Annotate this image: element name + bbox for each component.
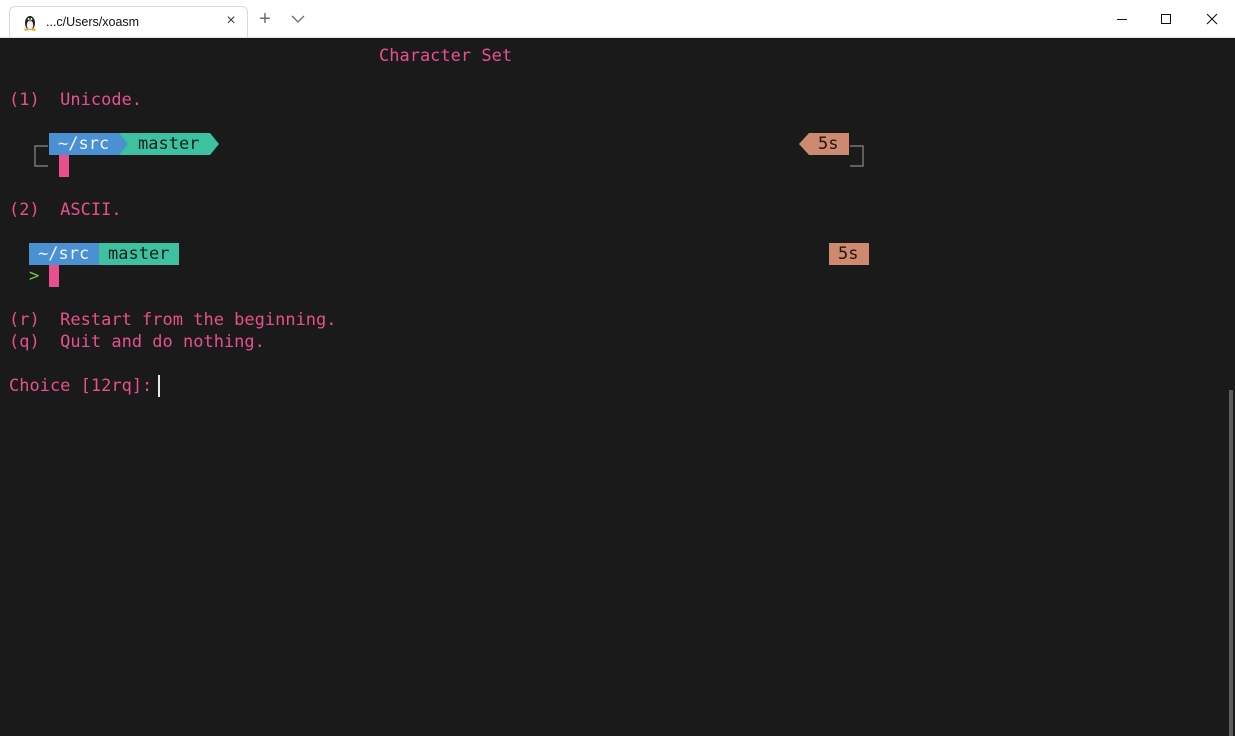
close-icon	[1206, 13, 1218, 25]
tab-close-icon[interactable]: ×	[223, 13, 239, 29]
powerline-separator-icon	[119, 133, 129, 155]
choice-prompt: Choice [12rq]:	[9, 376, 163, 396]
new-tab-button[interactable]: +	[256, 9, 274, 29]
option-ascii: (2) ASCII.	[9, 200, 122, 220]
heading: Character Set	[379, 46, 513, 66]
unicode-dir-segment: ~/src	[49, 133, 119, 155]
minimize-icon	[1117, 19, 1127, 20]
chevron-down-icon[interactable]	[290, 11, 306, 27]
ascii-cursor-block	[49, 265, 59, 287]
option-restart: (r) Restart from the beginning.	[9, 310, 337, 330]
unicode-branch-segment: master	[129, 133, 210, 155]
unicode-cursor-block	[59, 155, 69, 177]
title-bar: ...c/Users/xoasm × +	[0, 0, 1235, 38]
terminal-pane[interactable]: Character Set (1) Unicode. ~/src master …	[0, 38, 1233, 736]
powerline-left-separator-icon	[799, 133, 809, 155]
ascii-branch-segment: master	[99, 243, 179, 265]
maximize-icon	[1161, 14, 1171, 24]
text-cursor[interactable]	[158, 375, 160, 397]
minimize-button[interactable]	[1099, 0, 1145, 37]
scrollbar[interactable]	[1229, 390, 1233, 736]
close-window-button[interactable]	[1189, 0, 1235, 37]
tab-terminal[interactable]: ...c/Users/xoasm ×	[9, 6, 248, 37]
ascii-time-segment: 5s	[829, 243, 869, 265]
frame-right-bracket	[850, 145, 864, 167]
powerline-end-icon	[210, 133, 219, 155]
frame-left-bracket	[34, 145, 48, 167]
tab-title: ...c/Users/xoasm	[46, 15, 140, 29]
linux-tux-icon	[24, 16, 36, 31]
ascii-dir-segment: ~/src	[29, 243, 99, 265]
option-quit: (q) Quit and do nothing.	[9, 332, 265, 352]
option-unicode: (1) Unicode.	[9, 90, 143, 110]
maximize-button[interactable]	[1143, 0, 1189, 37]
ascii-prompt-char: >	[29, 266, 40, 286]
unicode-time-segment: 5s	[809, 133, 849, 155]
